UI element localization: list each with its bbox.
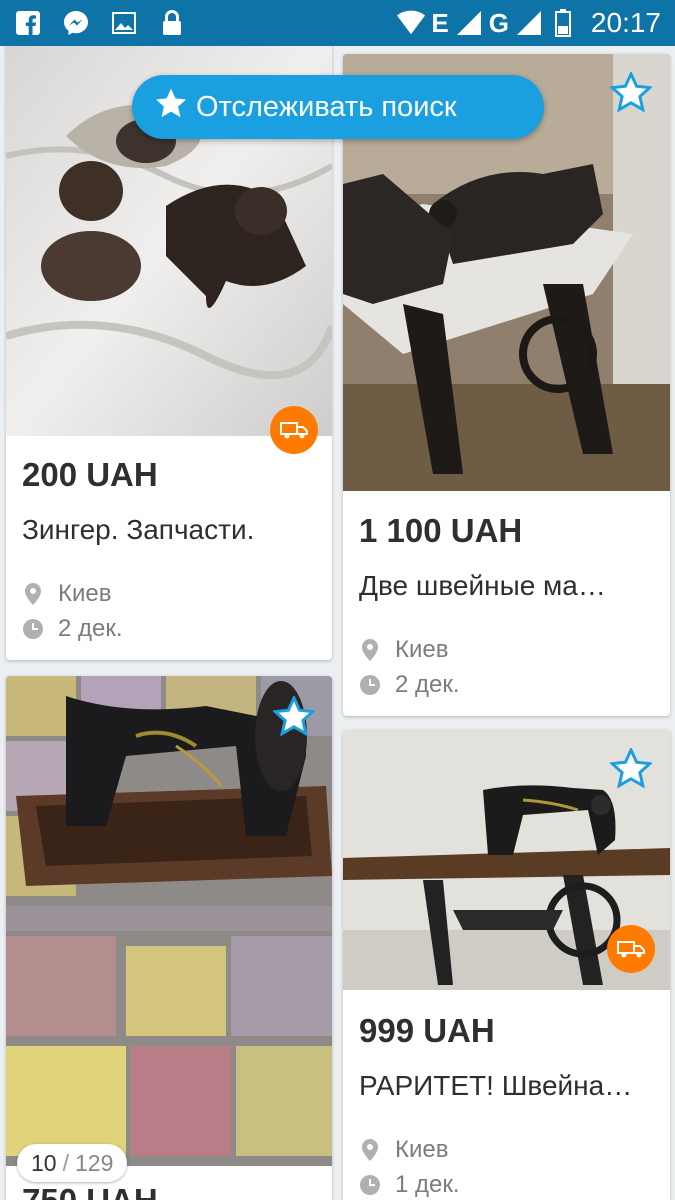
messenger-icon [62,9,90,37]
listing-date: 2 дек. [58,614,123,642]
favorite-star-button[interactable] [607,68,655,116]
clock-icon [22,618,44,640]
listing-title: РАРИТЕТ! Швейна… [359,1070,633,1101]
listing-card[interactable]: 1 100 UAH Две швейные ма… Киев 2 дек. [343,54,670,716]
clock-icon [359,674,381,696]
clock-icon [359,1174,381,1196]
listing-price: 750 UAH [22,1182,332,1200]
favorite-star-button[interactable] [607,744,655,792]
favorite-star-button[interactable] [270,692,318,740]
listing-photo[interactable] [6,676,332,1166]
signal-icon [455,9,483,37]
status-bar: E G 20:17 [0,0,675,46]
listing-price: 200 UAH [22,456,158,493]
listing-card[interactable]: 999 UAH РАРИТЕТ! Швейна… Киев 1 дек. [343,730,670,1200]
listing-price: 999 UAH [359,1012,495,1049]
battery-icon [549,9,577,37]
page-counter: 10 / 129 [17,1144,128,1182]
listing-date: 2 дек. [395,670,460,698]
listing-title: Две швейные ма… [359,570,606,601]
listing-price: 1 100 UAH [359,512,523,549]
location-pin-icon [22,582,44,605]
track-search-label: Отслеживать поиск [196,90,457,123]
track-search-button[interactable]: Отслеживать поиск [132,75,544,139]
delivery-badge [270,406,318,454]
listing-location: Киев [395,1135,449,1163]
clock-time: 20:17 [590,7,661,38]
listing-card[interactable]: 750 UAH [6,676,332,1200]
network-type-label-2: G [488,7,509,38]
delivery-badge [607,925,655,973]
listing-date: 1 дек. [395,1170,460,1198]
network-type-label: E [431,7,449,38]
page-total: 129 [74,1149,114,1176]
listing-location: Киев [395,635,449,663]
listing-title: Зингер. Запчасти. [22,514,255,545]
listing-location: Киев [58,579,112,607]
location-pin-icon [359,1138,381,1161]
location-pin-icon [359,638,381,661]
star-icon [154,87,188,127]
page-separator: / [62,1149,69,1176]
lock-icon [158,9,186,37]
image-icon [110,9,138,37]
facebook-icon [14,9,42,37]
signal-icon-2 [515,9,543,37]
page-current: 10 [31,1149,57,1176]
listing-feed[interactable]: 200 UAH Зингер. Запчасти. Киев 2 дек. 1 … [0,46,675,1200]
wifi-icon [397,9,426,37]
